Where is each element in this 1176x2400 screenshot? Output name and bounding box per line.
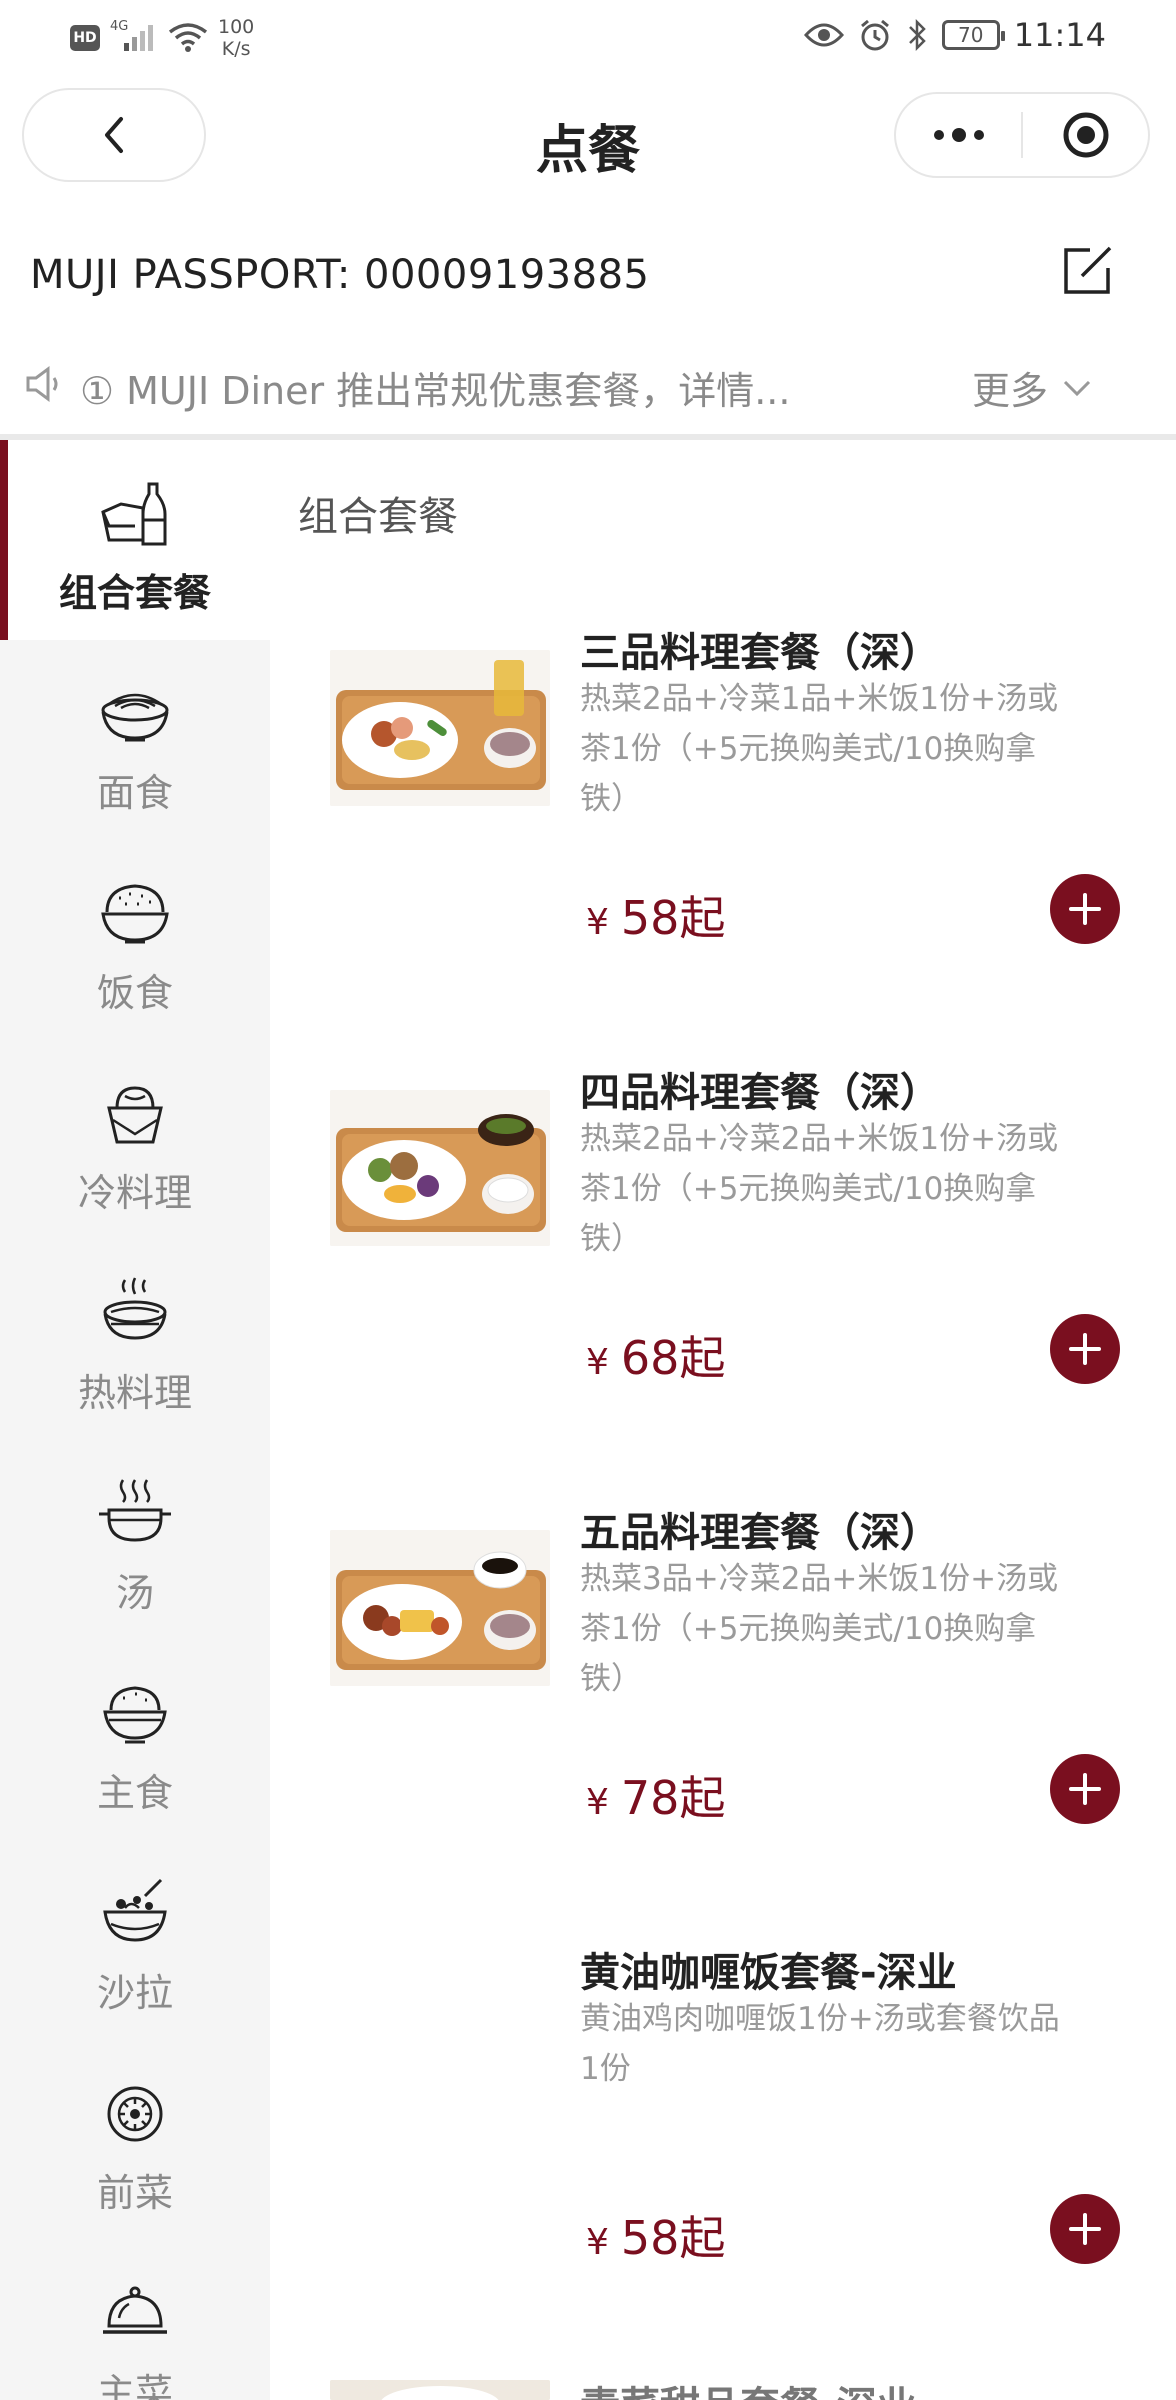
category-label: 汤	[115, 1571, 154, 1615]
hot-dish-icon	[103, 1277, 167, 1340]
dish-photo[interactable]	[330, 650, 550, 806]
add-to-cart-button[interactable]	[1050, 2194, 1120, 2264]
add-to-cart-button[interactable]	[1050, 874, 1120, 944]
category-sidebar: 组合套餐 面食 饭食 冷料理 热料理 汤 主食 沙拉 前菜 主菜	[0, 440, 270, 2400]
category-label: 面食	[96, 771, 173, 815]
category-appetizer[interactable]: 前菜	[0, 2040, 270, 2240]
dish-description: 黄油鸡肉咖喱饭1份+汤或套餐饮品1份	[580, 2001, 1060, 2087]
plus-icon	[1069, 1333, 1101, 1365]
alarm-icon	[860, 19, 889, 51]
staple-bowl-icon	[103, 1686, 167, 1744]
dish-photo[interactable]	[330, 1530, 550, 1686]
category-label: 前菜	[96, 2171, 173, 2215]
edit-button[interactable]	[1060, 242, 1116, 298]
speaker-icon	[26, 366, 58, 402]
cloche-icon	[103, 2286, 167, 2334]
wifi-icon	[168, 23, 208, 52]
more-dots-icon	[933, 128, 984, 142]
target-circle-icon	[1063, 112, 1108, 158]
category-label: 饭食	[96, 971, 173, 1015]
speed-unit: K/s	[221, 38, 251, 60]
cold-dish-icon	[107, 1086, 163, 1144]
dish-price: ¥68起	[586, 1322, 725, 1388]
price-value: 68起	[620, 1331, 726, 1385]
speed-value: 100	[218, 16, 255, 38]
status-left: HD 4G 100 K/s	[70, 16, 254, 60]
category-main-course[interactable]: 主菜	[0, 2240, 270, 2400]
category-label: 冷料理	[77, 1171, 192, 1215]
combo-meal-icon	[101, 482, 167, 546]
dish-photo[interactable]	[330, 1090, 550, 1246]
status-bar: HD 4G 100 K/s 70 11:14	[0, 0, 1176, 72]
plus-icon	[1069, 893, 1101, 925]
category-label: 热料理	[77, 1371, 192, 1415]
dish-name: 黄油咖喱饭套餐-深业	[580, 1950, 957, 1996]
menu-item[interactable]: 素菜甜品套餐-深业	[270, 2380, 1176, 2400]
plus-icon	[1069, 2213, 1101, 2245]
price-value: 58起	[620, 2211, 726, 2265]
currency-symbol: ¥	[586, 1782, 609, 1823]
notice-text: ① MUJI Diner 推出常规优惠套餐，详情...	[80, 369, 791, 413]
category-soup[interactable]: 汤	[0, 1440, 270, 1640]
price-value: 78起	[620, 1771, 726, 1825]
rice-bowl-icon	[101, 884, 169, 944]
price-value: 58起	[620, 891, 726, 945]
section-title: 组合套餐	[298, 494, 458, 540]
mini-program-capsule	[894, 92, 1150, 178]
category-combo[interactable]: 组合套餐	[0, 440, 270, 640]
plus-icon	[1069, 1773, 1101, 1805]
bluetooth-icon	[908, 18, 926, 52]
menu-item[interactable]: 五品料理套餐（深） 热菜3品+冷菜2品+米饭1份+汤或茶1份（+5元换购美式/1…	[270, 1500, 1176, 1940]
chevron-down-icon	[1063, 380, 1091, 396]
battery-icon: 70	[941, 20, 1005, 50]
soup-pot-icon	[99, 1479, 171, 1542]
notice-bar[interactable]: ① MUJI Diner 推出常规优惠套餐，详情... 更多	[0, 340, 1176, 426]
dish-name: 五品料理套餐（深）	[580, 1510, 940, 1556]
nav-bar: 点餐	[0, 72, 1176, 202]
category-label: 主食	[96, 1771, 173, 1815]
dish-name: 素菜甜品套餐-深业	[580, 2380, 1140, 2400]
currency-symbol: ¥	[586, 2222, 609, 2263]
category-salad[interactable]: 沙拉	[0, 1840, 270, 2040]
category-staple[interactable]: 主食	[0, 1640, 270, 1840]
category-label: 沙拉	[96, 1971, 173, 2015]
close-button[interactable]	[1023, 94, 1148, 176]
more-button[interactable]	[896, 94, 1021, 176]
category-hot-dish[interactable]: 热料理	[0, 1240, 270, 1440]
category-label: 主菜	[96, 2371, 173, 2400]
more-label: 更多	[972, 369, 1049, 413]
dish-name: 四品料理套餐（深）	[580, 1070, 940, 1116]
passport-number: MUJI PASSPORT: 00009193885	[30, 252, 650, 298]
dish-price: ¥58起	[586, 2202, 725, 2268]
salad-bowl-icon	[103, 1878, 167, 1942]
noodle-bowl-icon	[101, 693, 169, 742]
dish-description: 热菜2品+冷菜1品+米饭1份+汤或茶1份（+5元换购美式/10换购拿铁）	[580, 681, 1059, 817]
dish-description: 热菜3品+冷菜2品+米饭1份+汤或茶1份（+5元换购美式/10换购拿铁）	[580, 1561, 1059, 1697]
eye-icon	[803, 23, 844, 47]
appetizer-plate-icon	[107, 2086, 163, 2142]
menu-item[interactable]: 黄油咖喱饭套餐-深业 黄油鸡肉咖喱饭1份+汤或套餐饮品1份 ¥58起	[270, 1940, 1176, 2380]
category-cold-dish[interactable]: 冷料理	[0, 1040, 270, 1240]
dish-photo[interactable]	[330, 2380, 550, 2400]
edit-icon	[1064, 246, 1112, 294]
currency-symbol: ¥	[586, 902, 609, 943]
dish-description: 热菜2品+冷菜2品+米饭1份+汤或茶1份（+5元换购美式/10换购拿铁）	[580, 1121, 1059, 1257]
dish-name: 三品料理套餐（深）	[580, 630, 940, 676]
category-noodles[interactable]: 面食	[0, 640, 270, 840]
add-to-cart-button[interactable]	[1050, 1314, 1120, 1384]
menu-item[interactable]: 四品料理套餐（深） 热菜2品+冷菜2品+米饭1份+汤或茶1份（+5元换购美式/1…	[270, 1060, 1176, 1500]
net-speed: 100 K/s	[218, 16, 254, 60]
category-rice[interactable]: 饭食	[0, 840, 270, 1040]
currency-symbol: ¥	[586, 1342, 609, 1383]
category-label: 组合套餐	[58, 571, 211, 615]
hd-badge: HD	[70, 25, 100, 51]
menu-item[interactable]: 三品料理套餐（深） 热菜2品+冷菜1品+米饭1份+汤或茶1份（+5元换购美式/1…	[270, 620, 1176, 1060]
signal-icon: 4G	[110, 19, 158, 53]
add-to-cart-button[interactable]	[1050, 1754, 1120, 1824]
dish-price: ¥58起	[586, 882, 725, 948]
dish-price: ¥78起	[586, 1762, 725, 1828]
status-right: 70 11:14	[803, 16, 1106, 54]
notice-more-button[interactable]: 更多	[972, 360, 1092, 415]
clock: 11:14	[1013, 16, 1106, 54]
